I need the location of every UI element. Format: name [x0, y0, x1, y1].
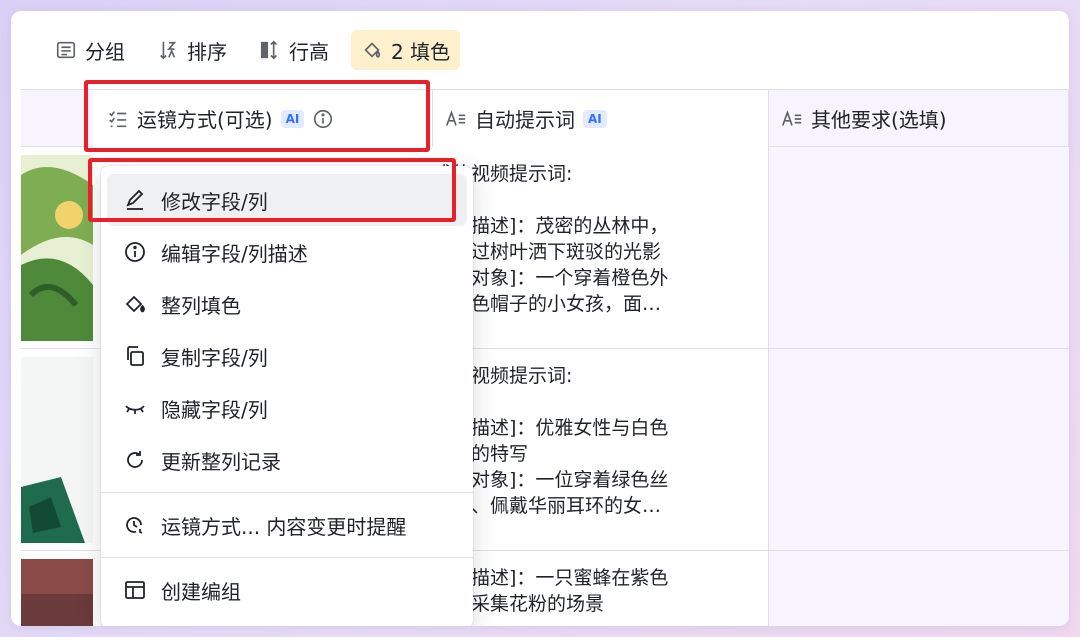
thumbnail-image[interactable] [21, 559, 93, 626]
other-requirements-cell[interactable] [769, 349, 1069, 550]
info-icon[interactable] [312, 108, 334, 130]
other-requirements-cell[interactable] [769, 551, 1069, 626]
menu-item-copy-field[interactable]: 复制字段/列 [101, 330, 473, 382]
thumbnail-image[interactable] [21, 357, 93, 543]
column-context-menu: 修改字段/列 编辑字段/列描述 整列填色 复制字段/列 隐藏字段/列 更新整列记… [101, 166, 473, 626]
text-field-icon [446, 109, 466, 126]
column-header-other-requirements[interactable]: 其他要求(选填) [769, 90, 1069, 147]
auto-prompt-cell[interactable]: 成的视频提示词: 场景描述]：优雅女性与白色 合花的特写 主体对象]：一位穿着绿… [433, 349, 769, 550]
text-field-icon [782, 109, 802, 126]
column-header-label: 自动提示词 [475, 108, 575, 132]
app-window: 分组 排序 行高 2 填色 运镜方式(可选) AI 自动提示词 AI 其他要求(… [11, 11, 1069, 626]
column-header-label: 运镜方式(可选) [137, 108, 273, 132]
column-header-camera-movement[interactable]: 运镜方式(可选) AI [93, 90, 433, 147]
auto-prompt-cell[interactable]: 成的视频提示词: 场景描述]：茂密的丛林中， 光透过树叶洒下斑驳的光影 主体对象… [433, 147, 769, 348]
menu-item-fill-column[interactable]: 整列填色 [101, 278, 473, 330]
header-row: 运镜方式(可选) AI 自动提示词 AI 其他要求(选填) [21, 89, 1069, 147]
copy-icon [127, 346, 144, 366]
menu-item-create-group[interactable]: 创建编组 [101, 564, 473, 616]
menu-item-change-reminder[interactable]: 运镜方式... 内容变更时提醒 [101, 499, 473, 551]
view-toolbar: 分组 排序 行高 2 填色 [11, 11, 1069, 89]
paint-bucket-icon [125, 295, 145, 313]
refresh-icon [127, 451, 143, 468]
edit-icon [126, 189, 144, 210]
sort-button[interactable]: 排序 [147, 30, 237, 70]
eye-closed-icon [125, 405, 145, 414]
column-header-auto-prompt[interactable]: 自动提示词 AI [433, 90, 769, 147]
layout-group-icon [125, 581, 145, 599]
row-height-label: 行高 [289, 39, 329, 64]
row-height-button[interactable]: 行高 [249, 30, 339, 70]
row-height-icon [260, 40, 278, 60]
sort-icon [160, 41, 177, 60]
auto-prompt-cell[interactable]: 场景描述]：一只蜜蜂在紫色 朵上采集花粉的场景 [433, 551, 769, 626]
group-label: 分组 [85, 39, 125, 64]
menu-divider [101, 557, 473, 558]
info-icon [125, 242, 145, 262]
clock-alert-icon [126, 517, 143, 534]
sort-label: 排序 [187, 39, 227, 64]
other-requirements-cell[interactable] [769, 147, 1069, 348]
menu-divider [101, 492, 473, 493]
ai-badge: AI [280, 109, 305, 128]
checklist-icon [109, 110, 127, 127]
ai-badge: AI [583, 109, 607, 128]
menu-item-refresh-records[interactable]: 更新整列记录 [101, 434, 473, 486]
column-header-label: 其他要求(选填) [811, 108, 947, 132]
fill-color-button[interactable]: 2 填色 [351, 30, 461, 70]
menu-item-edit-field[interactable]: 修改字段/列 [107, 174, 467, 226]
fill-color-label: 2 填色 [391, 39, 451, 64]
group-button[interactable]: 分组 [45, 30, 135, 70]
paint-bucket-icon [364, 42, 381, 58]
menu-item-edit-description[interactable]: 编辑字段/列描述 [101, 226, 473, 278]
thumbnail-image[interactable] [21, 155, 93, 341]
group-icon [56, 41, 76, 59]
menu-item-hide-field[interactable]: 隐藏字段/列 [101, 382, 473, 434]
